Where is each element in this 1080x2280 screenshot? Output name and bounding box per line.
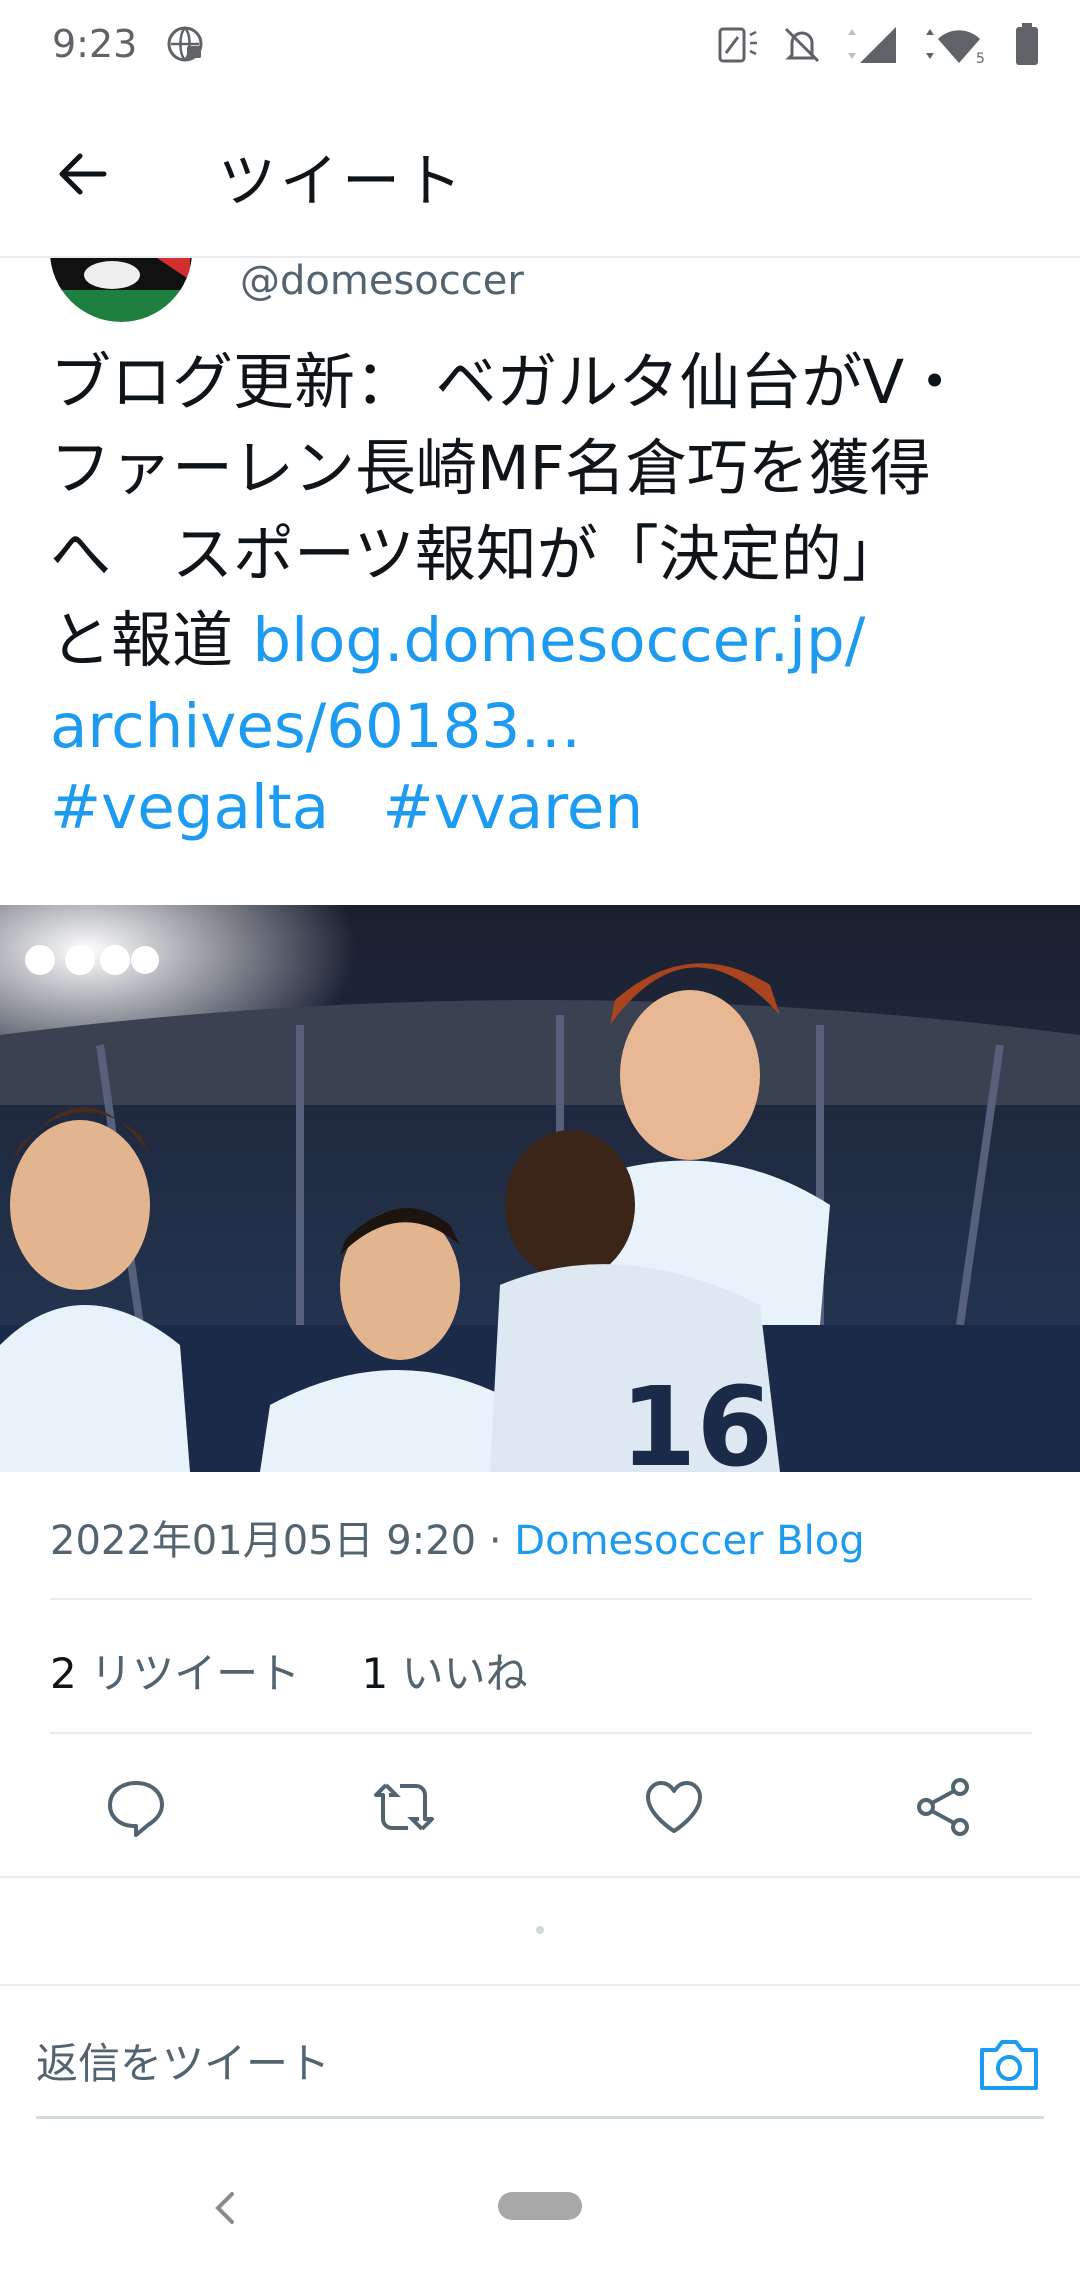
nav-back-icon[interactable]	[212, 2188, 238, 2228]
mute-icon	[784, 27, 820, 63]
battery-icon	[1016, 23, 1038, 65]
svg-text:5: 5	[976, 51, 985, 65]
top-app-bar: ツイート	[0, 92, 1080, 258]
tweet-actions	[0, 1745, 1080, 1865]
wifi-icon: 5	[926, 29, 985, 65]
tweet-text-line: へ スポーツ報知が「決定的」	[50, 519, 903, 590]
reply-underline	[36, 2116, 1044, 2119]
svg-text:16: 16	[620, 1363, 773, 1472]
meta-separator: ·	[488, 1518, 502, 1564]
reply-bar: 返信をツイート	[36, 2030, 1044, 2120]
tweet-stats: 2 リツイート 1 いいね	[50, 1640, 528, 1701]
nfc-icon	[718, 27, 757, 63]
reply-input[interactable]: 返信をツイート	[36, 2030, 330, 2091]
status-bar: 9:23 5	[0, 0, 1080, 92]
retweet-icon[interactable]	[372, 1775, 436, 1839]
tweet-source[interactable]: Domesoccer Blog	[514, 1518, 864, 1564]
tweet-text-line: ファーレン長崎MF名倉巧を獲得	[50, 433, 931, 504]
hashtags: #vegalta #vvaren	[50, 772, 677, 843]
like-icon[interactable]	[642, 1775, 706, 1839]
divider	[0, 1876, 1080, 1878]
author-handle[interactable]: @domesoccer	[240, 258, 524, 304]
tweet-meta: 2022年01月05日 9:20 · Domesoccer Blog	[50, 1508, 865, 1566]
hashtag-vvaren[interactable]: #vvaren	[382, 772, 643, 843]
tweet-date: 2022年01月05日 9:20	[50, 1518, 477, 1564]
reply-icon[interactable]	[104, 1775, 168, 1839]
signal-icon	[848, 27, 896, 63]
vpn-globe-icon	[167, 26, 203, 62]
page-title: ツイート	[218, 147, 467, 215]
status-time: 9:23	[52, 22, 138, 66]
like-label: いいね	[401, 1649, 528, 1698]
divider	[50, 1732, 1032, 1734]
status-icons: 5	[716, 22, 1040, 68]
tweet-photo[interactable]: 16	[0, 905, 1080, 1472]
tweet-link[interactable]: blog.domesoccer.jp/	[252, 605, 865, 676]
hashtag-vegalta[interactable]: #vegalta	[50, 772, 329, 843]
tweet-text-line: ブログ更新： ベガルタ仙台がV・	[50, 347, 966, 418]
back-arrow-icon[interactable]	[52, 144, 112, 204]
loading-dot	[536, 1926, 544, 1934]
retweet-label: リツイート	[90, 1649, 301, 1698]
like-stat[interactable]: 1 いいね	[361, 1649, 527, 1698]
share-icon[interactable]	[912, 1775, 976, 1839]
tweet-text: ブログ更新： ベガルタ仙台がV・ ファーレン長崎MF名倉巧を獲得 へ スポーツ報…	[50, 340, 1040, 770]
camera-icon[interactable]	[974, 2030, 1044, 2100]
home-pill[interactable]	[498, 2192, 582, 2220]
divider	[0, 1984, 1080, 1986]
retweet-stat[interactable]: 2 リツイート	[50, 1649, 300, 1698]
tweet-link-continued[interactable]: archives/60183…	[50, 684, 1040, 770]
like-count: 1	[361, 1649, 389, 1698]
divider	[50, 1598, 1032, 1600]
tweet-text-line: と報道	[50, 605, 253, 676]
retweet-count: 2	[50, 1649, 77, 1698]
